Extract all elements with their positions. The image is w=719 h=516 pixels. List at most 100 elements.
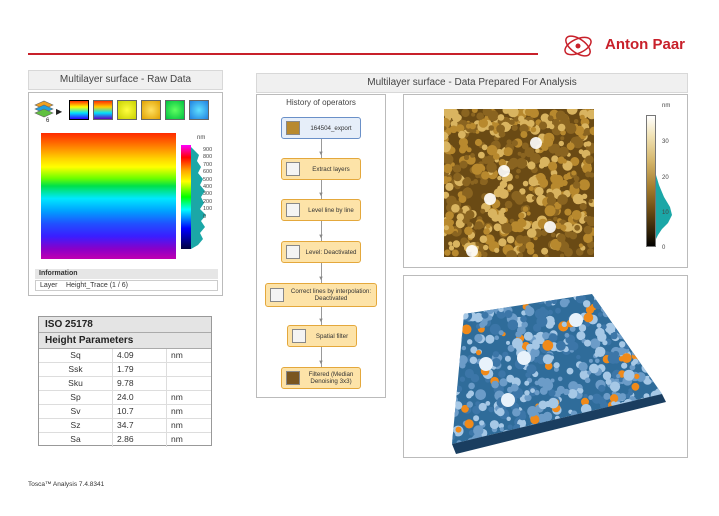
surface-grain (541, 247, 549, 255)
surface-grain (452, 240, 461, 248)
operator-label: Level line by line (308, 206, 354, 214)
surface-grain (614, 438, 624, 444)
operator-step[interactable]: Spatial filter (287, 325, 357, 347)
operator-step[interactable]: Filtered (Median Denoising 3x3) (281, 367, 361, 389)
surface-grain (626, 416, 631, 421)
scan-thumbnail[interactable] (93, 100, 113, 120)
scan-thumbnail[interactable] (117, 100, 137, 120)
surface-grain (647, 325, 656, 334)
surface-grain (452, 375, 457, 381)
surface-grain (582, 430, 588, 436)
surface-grain (588, 199, 593, 204)
surface-grain (518, 212, 525, 219)
surface-grain (452, 345, 455, 355)
surface-grain (578, 430, 585, 436)
raw-colorbar-tick: 500 (203, 176, 213, 183)
operator-step[interactable]: Level: Deactivated (281, 241, 361, 263)
iso-param-cell: Sq (39, 349, 113, 363)
surface-grain (439, 344, 449, 354)
surface-grain (593, 438, 602, 444)
surface-grain (664, 377, 673, 386)
operator-label: 164504_export (310, 124, 352, 132)
surface-grain (452, 416, 453, 421)
surface-grain (647, 300, 653, 306)
surface-grain (623, 436, 635, 444)
scan-thumbnail[interactable] (165, 100, 185, 120)
operator-step[interactable]: Correct lines by interpolation: Deactiva… (265, 283, 377, 307)
surface-grain (664, 427, 673, 436)
surface-grain (641, 348, 653, 359)
afm-2d-image[interactable] (444, 109, 594, 257)
surface-grain (524, 380, 530, 386)
surface-grain (451, 249, 459, 257)
surface-grain (667, 398, 676, 407)
surface-grain (661, 354, 662, 361)
scan-thumbnail[interactable] (69, 100, 89, 120)
surface-peak (498, 165, 510, 177)
surface-grain (483, 244, 489, 251)
surface-grain (452, 408, 459, 417)
surface-grain (535, 148, 540, 153)
surface-grain (578, 149, 584, 155)
surface-grain (641, 321, 648, 328)
surface-grain (452, 294, 459, 298)
surface-grain (472, 305, 479, 312)
surface-grain (445, 211, 454, 220)
surface-grain (497, 294, 505, 302)
surface-grain (618, 421, 623, 426)
surface-peak (569, 313, 583, 327)
surface-grain (671, 328, 675, 332)
surface-grain (461, 345, 467, 351)
scan-thumbnail[interactable] (189, 100, 209, 120)
surface-grain (625, 327, 635, 337)
surface-grain (533, 294, 545, 297)
surface-grain (474, 138, 483, 147)
surface-grain (452, 339, 458, 350)
surface-grain (624, 298, 636, 310)
operator-step[interactable]: 164504_export (281, 117, 361, 139)
surface-grain (610, 418, 616, 424)
surface-grain (510, 383, 519, 392)
surface-grain (563, 247, 573, 257)
surface-grain (664, 302, 670, 308)
surface-grain (653, 308, 662, 318)
surface-grain (498, 306, 504, 313)
iso-param-cell: Sa (39, 433, 113, 447)
iso-value-cell: 1.79 (117, 363, 167, 377)
surface-grain (655, 420, 662, 429)
surface-grain (603, 426, 611, 433)
operator-step[interactable]: Level line by line (281, 199, 361, 221)
scan-thumbnail[interactable] (141, 100, 161, 120)
surface-grain (470, 153, 475, 158)
surface-grain (463, 154, 470, 161)
surface-grain (623, 431, 630, 437)
surface-grain (655, 415, 662, 425)
surface-grain (545, 448, 549, 452)
surface-grain (507, 365, 512, 370)
surface-grain (466, 392, 472, 399)
surface-grain (574, 224, 581, 231)
surface-grain (452, 323, 454, 333)
surface-grain (661, 378, 662, 387)
layers-icon[interactable]: 6 (33, 99, 55, 123)
raw-colorbar-tick: 100 (203, 206, 213, 213)
surface-grain (623, 418, 633, 429)
surface-grain (493, 223, 502, 232)
surface-grain (583, 216, 590, 223)
surface-grain (574, 180, 579, 185)
surface-grain (562, 114, 569, 122)
surface-grain (621, 416, 629, 425)
surface-grain (644, 440, 654, 444)
raw-height-map[interactable] (41, 133, 176, 259)
surface-grain (656, 304, 662, 315)
operator-step[interactable]: Extract layers (281, 158, 361, 180)
surface-grain (618, 294, 626, 302)
surface-grain (477, 163, 485, 171)
surface-grain (668, 400, 672, 404)
surface-grain (553, 435, 562, 444)
surface-grain (478, 151, 485, 159)
afm-3d-view[interactable] (404, 276, 687, 457)
surface-grain (624, 312, 633, 321)
surface-grain (573, 119, 579, 124)
surface-grain (628, 314, 638, 323)
